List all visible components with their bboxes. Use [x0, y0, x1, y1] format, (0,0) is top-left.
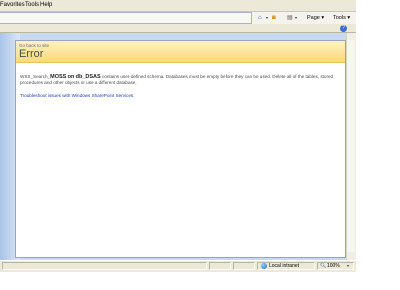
menu-favorites[interactable]: Favorites: [0, 2, 25, 9]
error-header: Go back to site Error: [16, 41, 345, 63]
message-db-prefix: WSS_Search_: [20, 74, 51, 79]
page-menu-button[interactable]: Page ▾: [307, 14, 324, 22]
menu-tools[interactable]: Tools: [25, 2, 39, 9]
page-title: Error: [19, 48, 44, 60]
feeds-icon[interactable]: ◙: [272, 14, 276, 22]
tab-strip[interactable]: [0, 12, 252, 24]
tools-menu-label: Tools: [333, 15, 346, 21]
chevron-down-icon: ▾: [347, 15, 351, 21]
home-dropdown-icon[interactable]: ▾: [266, 14, 268, 22]
print-dropdown-icon[interactable]: ▾: [295, 14, 297, 22]
status-pane-3: [233, 262, 255, 270]
security-zone: Local intranet: [269, 263, 300, 269]
chevron-down-icon: ▾: [321, 15, 325, 21]
menu-help[interactable]: Help: [40, 2, 52, 9]
help-icon[interactable]: ?: [340, 25, 347, 32]
zoom-icon[interactable]: 🔍︎: [320, 263, 326, 269]
print-icon[interactable]: ▤: [287, 14, 293, 22]
status-pane-main: [2, 262, 207, 270]
troubleshoot-link[interactable]: Troubleshoot issues with Windows SharePo…: [20, 93, 134, 99]
page-menu-label: Page: [307, 15, 320, 21]
error-panel: Go back to site Error WSS_Search_MOSS on…: [15, 40, 346, 258]
tools-menu-button[interactable]: Tools ▾: [333, 14, 350, 22]
scrollbar-track[interactable]: [347, 40, 355, 252]
menu-bar: Favorites Tools Help: [0, 0, 356, 11]
globe-icon: [261, 263, 267, 269]
home-icon[interactable]: ⌂: [258, 14, 262, 22]
error-message: WSS_Search_MOSS on db_DSAS contains user…: [20, 74, 342, 86]
zoom-level[interactable]: 100%: [327, 263, 340, 269]
zoom-dropdown-icon[interactable]: ▾: [347, 263, 349, 269]
browser-window: Favorites Tools Help ⌂ ▾ ◙ ▤ ▾ Page ▾ To…: [0, 0, 356, 272]
sub-toolbar: [0, 24, 356, 33]
status-pane-2: [209, 262, 231, 270]
